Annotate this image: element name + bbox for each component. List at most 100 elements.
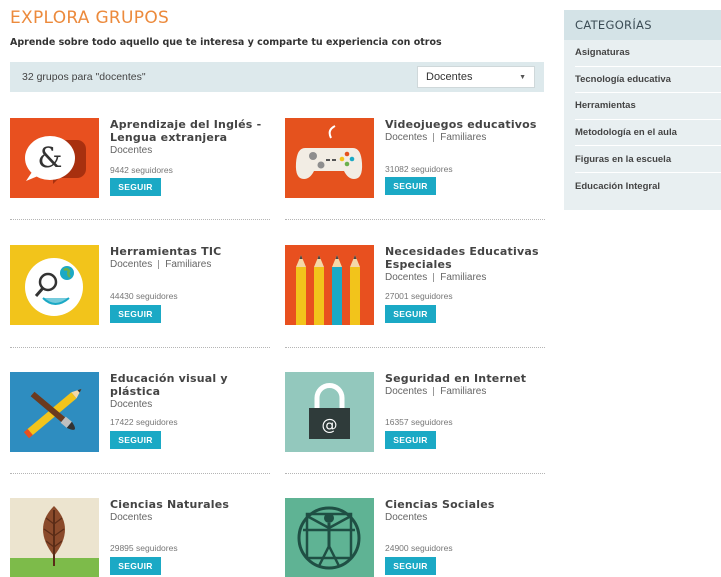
group-name-line2[interactable]: Lengua extranjera	[110, 131, 270, 144]
magnifier-globe-icon	[10, 245, 99, 325]
brush-pencil-cross-icon	[10, 372, 99, 452]
divider	[285, 347, 545, 348]
group-info: Educación visual y plástica Docentes	[110, 372, 270, 411]
group-card: & Aprendizaje del Inglés - Lengua extran…	[10, 118, 270, 198]
group-tag: Familiares	[165, 259, 212, 270]
group-name[interactable]: Ciencias Naturales	[110, 498, 270, 511]
follow-button[interactable]: SEGUIR	[385, 431, 436, 449]
follow-button[interactable]: SEGUIR	[110, 178, 161, 196]
svg-text:@: @	[322, 415, 338, 434]
group-thumbnail[interactable]	[285, 245, 374, 325]
group-tag: Docentes	[110, 145, 153, 156]
group-tag: Docentes	[385, 386, 428, 397]
tag-separator	[433, 133, 435, 142]
padlock-at-icon: @	[285, 372, 374, 452]
group-tags: Docentes	[385, 511, 545, 524]
group-info: Herramientas TIC Docentes Familiares	[110, 245, 270, 271]
follow-button[interactable]: SEGUIR	[385, 305, 436, 323]
results-count: 32 grupos para "docentes"	[22, 71, 146, 83]
group-tag: Docentes	[110, 259, 153, 270]
group-tag: Familiares	[440, 386, 487, 397]
group-name[interactable]: Necesidades Educativas	[385, 245, 545, 258]
group-tags: Docentes Familiares	[110, 258, 270, 271]
followers-count: 27001 seguidores	[385, 291, 453, 301]
audience-select[interactable]: Docentes ▼	[417, 66, 535, 88]
followers-count: 16357 seguidores	[385, 417, 453, 427]
divider	[285, 473, 545, 474]
divider	[285, 219, 545, 220]
group-thumbnail[interactable]: @	[285, 372, 374, 452]
follow-button[interactable]: SEGUIR	[110, 305, 161, 323]
group-info: Necesidades Educativas Especiales Docent…	[385, 245, 545, 284]
category-item-asignaturas[interactable]: Asignaturas	[575, 40, 721, 67]
group-card: Ciencias Sociales Docentes 24900 seguido…	[285, 498, 545, 577]
follow-button[interactable]: SEGUIR	[385, 557, 436, 575]
follow-button[interactable]: SEGUIR	[110, 431, 161, 449]
caret-down-icon: ▼	[519, 73, 526, 81]
pencils-icon	[285, 245, 374, 325]
divider	[10, 219, 270, 220]
tag-separator	[433, 273, 435, 282]
group-name[interactable]: Seguridad en Internet	[385, 372, 545, 385]
group-card: Necesidades Educativas Especiales Docent…	[285, 245, 545, 325]
leaf-icon	[10, 498, 99, 577]
group-name-line2[interactable]: plástica	[110, 385, 270, 398]
follow-button[interactable]: SEGUIR	[385, 177, 436, 195]
category-item-educacion-integral[interactable]: Educación Integral	[575, 173, 721, 200]
category-item-tecnologia-educativa[interactable]: Tecnología educativa	[575, 67, 721, 94]
divider	[10, 473, 270, 474]
group-tags: Docentes Familiares	[385, 271, 545, 284]
group-thumbnail[interactable]: &	[10, 118, 99, 198]
audience-select-value: Docentes	[426, 71, 473, 83]
group-card: Educación visual y plástica Docentes 174…	[10, 372, 270, 452]
group-name[interactable]: Herramientas TIC	[110, 245, 270, 258]
followers-count: 31082 seguidores	[385, 164, 453, 174]
group-thumbnail[interactable]	[10, 372, 99, 452]
group-card: Herramientas TIC Docentes Familiares 444…	[10, 245, 270, 325]
group-card: Ciencias Naturales Docentes 29895 seguid…	[10, 498, 270, 577]
page-title: EXPLORA GRUPOS	[10, 8, 170, 28]
gamepad-icon	[285, 118, 374, 198]
categories-title: CATEGORÍAS	[564, 10, 721, 40]
group-name[interactable]: Ciencias Sociales	[385, 498, 545, 511]
group-tag: Docentes	[110, 512, 153, 523]
followers-count: 44430 seguidores	[110, 291, 178, 301]
group-thumbnail[interactable]	[10, 498, 99, 577]
category-item-metodologia-en-el-aula[interactable]: Metodología en el aula	[575, 120, 721, 147]
divider	[10, 347, 270, 348]
group-tags: Docentes	[110, 511, 270, 524]
followers-count: 17422 seguidores	[110, 417, 178, 427]
followers-count: 9442 seguidores	[110, 165, 173, 175]
group-name[interactable]: Educación visual y	[110, 372, 270, 385]
group-name[interactable]: Aprendizaje del Inglés -	[110, 118, 270, 131]
group-thumbnail[interactable]	[285, 118, 374, 198]
group-info: Ciencias Naturales Docentes	[110, 498, 270, 524]
tag-separator	[433, 387, 435, 396]
group-tags: Docentes	[110, 144, 270, 157]
group-tags: Docentes	[110, 398, 270, 411]
group-tag: Familiares	[440, 132, 487, 143]
group-tag: Docentes	[385, 272, 428, 283]
tag-separator	[158, 260, 160, 269]
group-tag: Docentes	[385, 512, 428, 523]
filter-bar: 32 grupos para "docentes" Docentes ▼	[10, 62, 544, 92]
category-item-figuras-en-la-escuela[interactable]: Figuras en la escuela	[575, 146, 721, 173]
group-info: Videojuegos educativos Docentes Familiar…	[385, 118, 545, 144]
group-info: Seguridad en Internet Docentes Familiare…	[385, 372, 545, 398]
group-tag: Docentes	[385, 132, 428, 143]
ampersand-speech-bubble-icon: &	[10, 118, 99, 198]
page-subtitle: Aprende sobre todo aquello que te intere…	[10, 37, 442, 48]
group-thumbnail[interactable]	[285, 498, 374, 577]
group-name[interactable]: Videojuegos educativos	[385, 118, 545, 131]
group-info: Aprendizaje del Inglés - Lengua extranje…	[110, 118, 270, 157]
group-tag: Docentes	[110, 399, 153, 410]
category-item-herramientas[interactable]: Herramientas	[575, 93, 721, 120]
group-thumbnail[interactable]	[10, 245, 99, 325]
group-tags: Docentes Familiares	[385, 385, 545, 398]
group-info: Ciencias Sociales Docentes	[385, 498, 545, 524]
followers-count: 29895 seguidores	[110, 543, 178, 553]
group-name-line2[interactable]: Especiales	[385, 258, 545, 271]
categories-sidebar: CATEGORÍAS Asignaturas Tecnología educat…	[564, 10, 721, 210]
follow-button[interactable]: SEGUIR	[110, 557, 161, 575]
svg-text:&: &	[38, 141, 63, 174]
